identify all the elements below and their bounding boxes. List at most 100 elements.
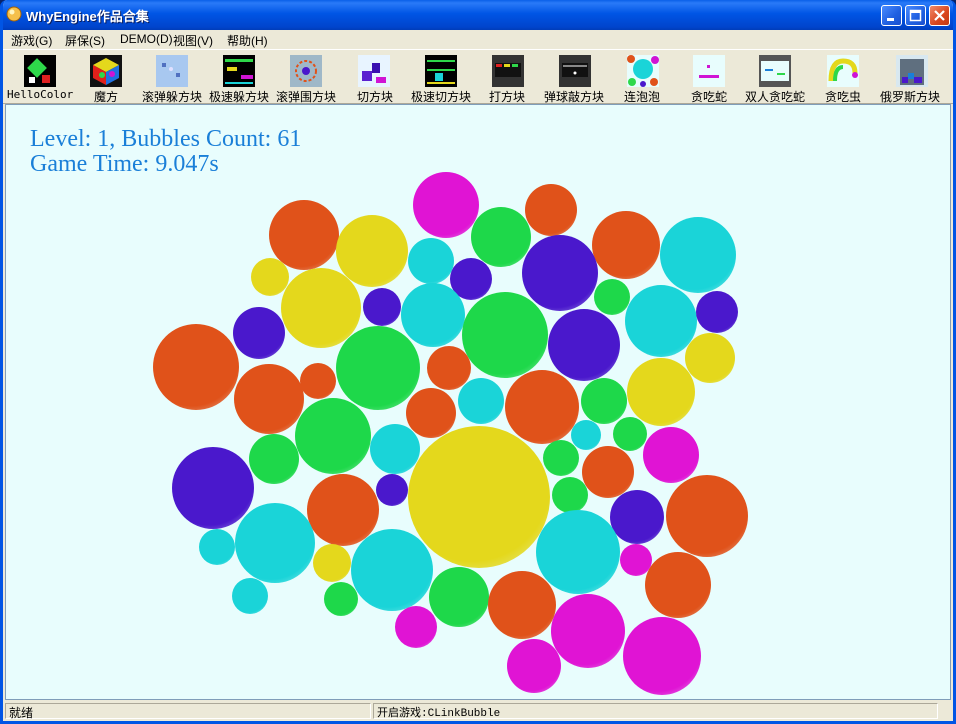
tool-link-bubble[interactable]: 连泡泡 (621, 52, 671, 104)
bubble-orange[interactable] (666, 475, 748, 557)
bubble-yellow[interactable] (313, 544, 351, 582)
bubble-blue[interactable] (696, 291, 738, 333)
tool-surround-blocks[interactable]: 滚弹围方块 (276, 52, 342, 104)
bubble-green[interactable] (429, 567, 489, 627)
bubble-cyan[interactable] (458, 378, 504, 424)
pinball-blocks-icon (559, 55, 591, 87)
bubble-green[interactable] (471, 207, 531, 267)
minimize-button[interactable] (881, 5, 902, 26)
bubble-green[interactable] (552, 477, 588, 513)
bubble-orange[interactable] (234, 364, 304, 434)
window-title: WhyEngine作品合集 (26, 9, 149, 24)
bubble-field[interactable] (6, 105, 950, 699)
bubble-orange[interactable] (525, 184, 577, 236)
bubble-cyan[interactable] (571, 420, 601, 450)
tool-worm[interactable]: 贪吃虫 (821, 52, 871, 104)
tool-speed-dodge[interactable]: 极速躲方块 (209, 52, 275, 104)
bubble-orange[interactable] (592, 211, 660, 279)
bubble-blue[interactable] (172, 447, 254, 529)
menu-screensaver[interactable]: 屏保(S) (65, 32, 105, 49)
tool-label: 极速切方块 (411, 90, 472, 104)
bubble-green[interactable] (613, 417, 647, 451)
bubble-blue[interactable] (376, 474, 408, 506)
toolbar: HelloColor 魔方 滚弹躲方块 极速躲方块 滚弹围方块 切方块 极速切方… (3, 49, 953, 104)
tool-label: 滚弹躲方块 (142, 90, 203, 104)
bubble-magenta[interactable] (623, 617, 701, 695)
bubble-cyan[interactable] (408, 238, 454, 284)
bubble-cyan[interactable] (536, 510, 620, 594)
tool-cut-blocks[interactable]: 切方块 (350, 52, 400, 104)
bubble-blue[interactable] (363, 288, 401, 326)
menu-demo[interactable]: DEMO(D) (120, 32, 173, 46)
bubble-cyan[interactable] (401, 283, 465, 347)
bubble-green[interactable] (324, 582, 358, 616)
bubble-yellow[interactable] (408, 426, 550, 568)
tool-label: 极速躲方块 (209, 90, 270, 104)
tool-label: 切方块 (357, 90, 394, 104)
bubble-cyan[interactable] (660, 217, 736, 293)
bubble-magenta[interactable] (507, 639, 561, 693)
cut-blocks-icon (358, 55, 390, 87)
close-button[interactable] (929, 5, 950, 26)
game-canvas[interactable]: Level: 1, Bubbles Count: 61 Game Time: 9… (5, 104, 951, 700)
bubble-green[interactable] (295, 398, 371, 474)
speed-cut-icon (425, 55, 457, 87)
level-bubbles-count: Level: 1, Bubbles Count: 61 (30, 126, 302, 152)
tool-label: 弹球敲方块 (544, 90, 605, 104)
tool-dodge-blocks[interactable]: 滚弹躲方块 (142, 52, 208, 104)
hellocolor-icon (24, 55, 56, 87)
bubble-cyan[interactable] (232, 578, 268, 614)
maximize-button[interactable] (905, 5, 926, 26)
bubble-magenta[interactable] (643, 427, 699, 483)
bubble-cyan[interactable] (199, 529, 235, 565)
app-icon (6, 6, 22, 22)
bubble-green[interactable] (594, 279, 630, 315)
bubble-cyan[interactable] (235, 503, 315, 583)
bubble-yellow[interactable] (251, 258, 289, 296)
bubble-green[interactable] (462, 292, 548, 378)
title-bar[interactable]: WhyEngine作品合集 (3, 0, 953, 30)
tool-hit-blocks[interactable]: 打方块 (484, 52, 534, 104)
bubble-green[interactable] (543, 440, 579, 476)
bubble-orange[interactable] (582, 446, 634, 498)
bubble-magenta[interactable] (413, 172, 479, 238)
bubble-magenta[interactable] (395, 606, 437, 648)
tool-rubiks-cube[interactable]: 魔方 (85, 52, 135, 104)
tool-snake[interactable]: 贪吃蛇 (687, 52, 737, 104)
tool-pinball-blocks[interactable]: 弹球敲方块 (543, 52, 609, 104)
bubble-orange[interactable] (300, 363, 336, 399)
bubble-blue[interactable] (610, 490, 664, 544)
bubble-green[interactable] (581, 378, 627, 424)
bubble-orange[interactable] (269, 200, 339, 270)
bubble-yellow[interactable] (336, 215, 408, 287)
bubble-orange[interactable] (505, 370, 579, 444)
bubble-yellow[interactable] (627, 358, 695, 426)
bubble-yellow[interactable] (685, 333, 735, 383)
bubble-orange[interactable] (427, 346, 471, 390)
bubble-blue[interactable] (233, 307, 285, 359)
menu-view[interactable]: 视图(V) (173, 32, 213, 49)
bubble-blue[interactable] (522, 235, 598, 311)
bubble-magenta[interactable] (620, 544, 652, 576)
tool-tetris[interactable]: 俄罗斯方块 (879, 52, 945, 104)
menu-bar: 游戏(G) 屏保(S) DEMO(D) 视图(V) 帮助(H) (3, 30, 953, 49)
tool-hellocolor[interactable]: HelloColor (7, 52, 73, 102)
bubble-green[interactable] (249, 434, 299, 484)
bubble-cyan[interactable] (351, 529, 433, 611)
bubble-yellow[interactable] (281, 268, 361, 348)
bubble-orange[interactable] (488, 571, 556, 639)
bubble-orange[interactable] (406, 388, 456, 438)
tool-speed-cut[interactable]: 极速切方块 (409, 52, 475, 104)
bubble-orange[interactable] (153, 324, 239, 410)
bubble-cyan[interactable] (370, 424, 420, 474)
bubble-cyan[interactable] (625, 285, 697, 357)
menu-game[interactable]: 游戏(G) (11, 32, 52, 49)
bubble-orange[interactable] (645, 552, 711, 618)
tool-label: 俄罗斯方块 (880, 90, 941, 104)
bubble-green[interactable] (336, 326, 420, 410)
bubble-orange[interactable] (307, 474, 379, 546)
tool-two-player-snake[interactable]: 双人贪吃蛇 (745, 52, 811, 104)
menu-help[interactable]: 帮助(H) (227, 32, 268, 49)
bubble-magenta[interactable] (551, 594, 625, 668)
bubble-blue[interactable] (548, 309, 620, 381)
